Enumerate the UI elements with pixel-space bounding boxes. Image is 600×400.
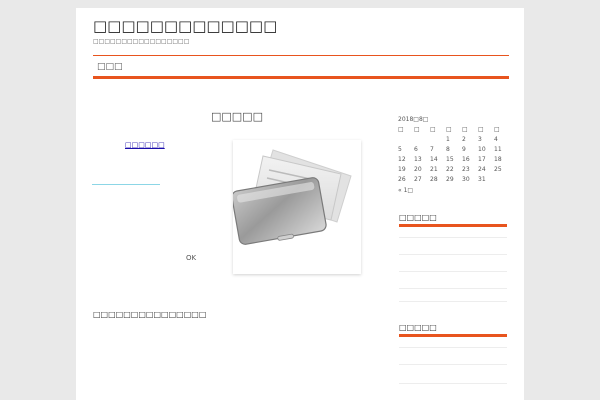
calendar-grid: □ □ □ □ □ □ □ 1 2 3 4 5 6 7 8 9 10 11 12… xyxy=(398,126,510,183)
site-description: □□□□□□□□□□□□□□□□□ xyxy=(93,38,190,45)
link-underline-divider xyxy=(92,184,160,185)
calendar-day: 18 xyxy=(494,156,502,163)
calendar-day: 16 xyxy=(462,156,470,163)
calendar-day: 9 xyxy=(462,146,466,153)
calendar-day: 3 xyxy=(478,136,482,143)
calendar-day: 10 xyxy=(478,146,486,153)
calendar-day: 26 xyxy=(398,176,406,183)
post-title[interactable]: □□□□□ xyxy=(211,110,263,123)
calendar-weekday: □ xyxy=(398,126,404,133)
nav-bar-border xyxy=(93,76,509,79)
calendar-day: 5 xyxy=(398,146,402,153)
calendar-day: 8 xyxy=(446,146,450,153)
calendar-day: 6 xyxy=(414,146,418,153)
widget-title-1: □□□□□ xyxy=(399,213,437,222)
calendar-day: 27 xyxy=(414,176,422,183)
calendar-day: 13 xyxy=(414,156,422,163)
calendar-day: 7 xyxy=(430,146,434,153)
calendar-day: 29 xyxy=(446,176,454,183)
widget-list-divider xyxy=(399,364,507,365)
calendar-weekday: □ xyxy=(478,126,484,133)
calendar-day: 11 xyxy=(494,146,502,153)
calendar-day xyxy=(398,136,414,143)
widget-list-divider xyxy=(399,383,507,384)
calendar-day: 19 xyxy=(398,166,406,173)
calendar-day: 17 xyxy=(478,156,486,163)
widget-title-bar-1 xyxy=(399,224,507,227)
page-container: □□□□□□□□□□□□□ □□□□□□□□□□□□□□□□□ □□□ □□□□… xyxy=(76,8,524,400)
calendar-day: 21 xyxy=(430,166,438,173)
card-case-illustration xyxy=(233,140,361,274)
widget-list-divider xyxy=(399,271,507,272)
calendar-day xyxy=(430,136,446,143)
post-body-text: □□□□□□□□□□□□□□□ xyxy=(93,310,207,319)
widget-list-divider xyxy=(399,237,507,238)
calendar-day xyxy=(494,176,510,183)
calendar-day: 31 xyxy=(478,176,486,183)
calendar-day: 4 xyxy=(494,136,498,143)
calendar-day: 14 xyxy=(430,156,438,163)
widget-list-divider xyxy=(399,347,507,348)
calendar-day: 30 xyxy=(462,176,470,183)
calendar-weekday: □ xyxy=(462,126,468,133)
calendar-day: 24 xyxy=(478,166,486,173)
sidebar-calendar: 2018□8□ □ □ □ □ □ □ □ 1 2 3 4 5 6 7 8 9 … xyxy=(398,116,510,194)
calendar-day: 28 xyxy=(430,176,438,183)
calendar-day: 22 xyxy=(446,166,454,173)
nav-item-home[interactable]: □□□ xyxy=(97,62,123,72)
widget-list-divider xyxy=(399,254,507,255)
calendar-prev-month-link[interactable]: « 1□ xyxy=(398,187,510,194)
calendar-weekday: □ xyxy=(414,126,420,133)
calendar-weekday: □ xyxy=(430,126,436,133)
header-divider xyxy=(93,55,509,56)
calendar-day: 2 xyxy=(462,136,466,143)
site-title[interactable]: □□□□□□□□□□□□□ xyxy=(93,17,277,35)
calendar-weekday: □ xyxy=(494,126,500,133)
post-link[interactable]: □□□□□□ xyxy=(125,141,165,149)
calendar-day: 20 xyxy=(414,166,422,173)
calendar-weekday: □ xyxy=(446,126,452,133)
calendar-day xyxy=(414,136,430,143)
calendar-day: 15 xyxy=(446,156,454,163)
widget-title-2: □□□□□ xyxy=(399,323,437,332)
ok-label: OK xyxy=(186,254,197,262)
calendar-day: 23 xyxy=(462,166,470,173)
calendar-day: 25 xyxy=(494,166,502,173)
calendar-day: 12 xyxy=(398,156,406,163)
calendar-caption: 2018□8□ xyxy=(398,116,429,123)
calendar-day: 1 xyxy=(446,136,450,143)
widget-list-divider xyxy=(399,288,507,289)
widget-title-bar-2 xyxy=(399,334,507,337)
widget-list-divider xyxy=(399,301,507,302)
